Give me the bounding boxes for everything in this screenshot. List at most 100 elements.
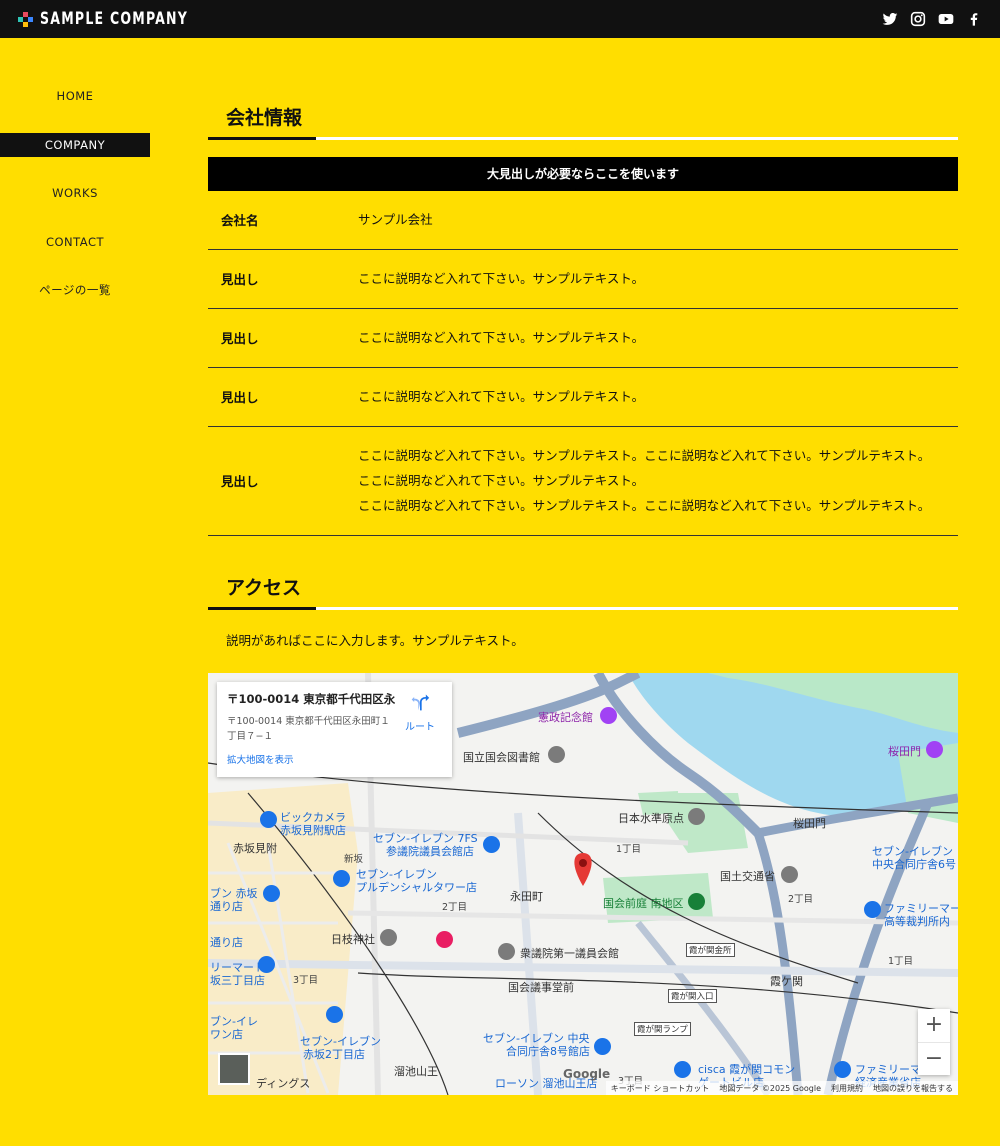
poi-icon[interactable] bbox=[674, 1061, 691, 1078]
poi-icon[interactable] bbox=[600, 707, 617, 724]
map-label: 国立国会図書館 bbox=[463, 751, 540, 764]
poi-icon[interactable] bbox=[326, 1006, 343, 1023]
map-place-card: 〒100-0014 東京都千代田区永... 〒100-0014 東京都千代田区永… bbox=[217, 682, 452, 777]
route-label: ルート bbox=[405, 722, 435, 733]
map-data-credit: 地図データ ©2025 Google bbox=[719, 1083, 821, 1093]
map-label: プルデンシャルタワー店 bbox=[356, 881, 477, 894]
top-bar: SAMPLE COMPANY bbox=[0, 0, 1000, 38]
map-label: 衆議院第一議員会館 bbox=[520, 947, 619, 960]
terms-link[interactable]: 利用規約 bbox=[831, 1083, 863, 1094]
poi-icon[interactable] bbox=[926, 741, 943, 758]
keyboard-shortcuts-link[interactable]: キーボード ショートカット bbox=[611, 1083, 710, 1094]
map-label: 2丁目 bbox=[442, 902, 468, 913]
table-row: 見出し ここに説明など入れて下さい。サンプルテキスト。ここに説明など入れて下さい… bbox=[208, 426, 958, 535]
map-label: 2丁目 bbox=[788, 894, 814, 905]
row-key: 見出し bbox=[221, 474, 259, 489]
map-label: 3丁目 bbox=[293, 975, 319, 986]
satellite-toggle[interactable] bbox=[218, 1053, 250, 1085]
company-info-table: 会社名 サンプル会社 見出し ここに説明など入れて下さい。サンプルテキスト。 見… bbox=[208, 191, 958, 536]
youtube-icon[interactable] bbox=[938, 11, 954, 27]
row-key: 見出し bbox=[221, 272, 259, 287]
map-label: 1丁目 bbox=[888, 956, 914, 967]
map-label: 日本水準原点 bbox=[618, 812, 684, 825]
poi-icon[interactable] bbox=[483, 836, 500, 853]
row-key: 見出し bbox=[221, 390, 259, 405]
poi-icon[interactable] bbox=[781, 866, 798, 883]
map-label: 永田町 bbox=[510, 890, 543, 903]
map-label: 憲政記念館 bbox=[538, 711, 593, 724]
poi-icon[interactable] bbox=[498, 943, 515, 960]
social-links bbox=[882, 11, 982, 27]
instagram-icon[interactable] bbox=[910, 11, 926, 27]
map-label: 赤坂見附駅店 bbox=[280, 824, 346, 837]
map-label: 参議院議員会館店 bbox=[386, 845, 474, 858]
access-section: アクセス 説明があればここに入力します。サンプルテキスト。 bbox=[208, 570, 958, 650]
row-value-line: ここに説明など入れて下さい。サンプルテキスト。ここに説明など入れて下さい。サンプ… bbox=[358, 448, 931, 463]
map-label: 国土交通省 bbox=[720, 870, 775, 883]
poi-icon[interactable] bbox=[834, 1061, 851, 1078]
row-value-line: ここに説明など入れて下さい。サンプルテキスト。 bbox=[358, 473, 645, 488]
poi-icon[interactable] bbox=[594, 1038, 611, 1055]
poi-icon[interactable] bbox=[548, 746, 565, 763]
poi-icon[interactable] bbox=[333, 870, 350, 887]
brand-logo[interactable]: SAMPLE COMPANY bbox=[18, 9, 221, 29]
table-row: 見出し ここに説明など入れて下さい。サンプルテキスト。 bbox=[208, 367, 958, 426]
place-title: 〒100-0014 東京都千代田区永... bbox=[227, 692, 395, 706]
map-label: 通り店 bbox=[210, 936, 243, 949]
side-nav: HOME COMPANY WORKS CONTACT ページの一覧 bbox=[0, 84, 150, 327]
row-value: ここに説明など入れて下さい。サンプルテキスト。ここに説明など入れて下さい。サンプ… bbox=[358, 426, 958, 535]
access-section-title: アクセス bbox=[208, 570, 958, 610]
access-description: 説明があればここに入力します。サンプルテキスト。 bbox=[226, 632, 524, 648]
map-label: 坂三丁目店 bbox=[210, 974, 265, 987]
nav-item-page-list[interactable]: ページの一覧 bbox=[0, 278, 150, 302]
map-label: 中央合同庁舎6号 bbox=[872, 858, 956, 871]
table-row: 会社名 サンプル会社 bbox=[208, 191, 958, 249]
poi-icon[interactable] bbox=[380, 929, 397, 946]
facebook-icon[interactable] bbox=[966, 11, 982, 27]
map-label: 霞が関ランプ bbox=[634, 1022, 691, 1036]
map-label: 高等裁判所内 bbox=[884, 915, 950, 928]
map-label: ワン店 bbox=[210, 1028, 243, 1041]
zoom-controls: + − bbox=[918, 1009, 950, 1075]
poi-icon[interactable] bbox=[263, 885, 280, 902]
map-footer: キーボード ショートカット 地図データ ©2025 Google 利用規約 地図… bbox=[605, 1081, 958, 1095]
poi-icon[interactable] bbox=[436, 931, 453, 948]
map-label: 合同庁舎8号館店 bbox=[506, 1045, 590, 1058]
twitter-icon[interactable] bbox=[882, 11, 898, 27]
map-label: 桜田門 bbox=[888, 745, 921, 758]
row-value: ここに説明など入れて下さい。サンプルテキスト。 bbox=[358, 271, 645, 286]
map-label: 霞ケ関 bbox=[770, 975, 803, 988]
row-value-line: ここに説明など入れて下さい。サンプルテキスト。ここに説明など入れて下さい。サンプ… bbox=[358, 498, 931, 513]
zoom-out-button[interactable]: − bbox=[918, 1042, 950, 1075]
table-row: 見出し ここに説明など入れて下さい。サンプルテキスト。 bbox=[208, 249, 958, 308]
zoom-in-button[interactable]: + bbox=[918, 1009, 950, 1042]
table-row: 見出し ここに説明など入れて下さい。サンプルテキスト。 bbox=[208, 308, 958, 367]
embedded-map[interactable]: 憲政記念館 国立国会図書館 桜田門 日本水準原点 桜田門 ビックカメラ 赤坂見附… bbox=[208, 673, 958, 1095]
report-error-link[interactable]: 地図の誤りを報告する bbox=[873, 1083, 953, 1094]
brand-name: SAMPLE COMPANY bbox=[40, 9, 189, 29]
row-key: 見出し bbox=[221, 331, 259, 346]
poi-icon[interactable] bbox=[688, 808, 705, 825]
big-heading-bar: 大見出しが必要ならここを使います bbox=[208, 157, 958, 191]
map-label: 1丁目 bbox=[616, 844, 642, 855]
nav-item-home[interactable]: HOME bbox=[0, 84, 150, 108]
company-section-title: 会社情報 bbox=[208, 100, 958, 140]
map-label: 赤坂2丁目店 bbox=[303, 1048, 365, 1061]
row-value: サンプル会社 bbox=[358, 212, 433, 228]
route-button[interactable]: ルート bbox=[400, 692, 440, 733]
nav-item-company[interactable]: COMPANY bbox=[0, 132, 150, 157]
map-label: 国会前庭 南地区 bbox=[603, 897, 684, 910]
view-larger-map-link[interactable]: 拡大地図を表示 bbox=[227, 752, 442, 766]
map-label: 新坂 bbox=[344, 854, 364, 865]
poi-icon[interactable] bbox=[688, 893, 705, 910]
nav-item-contact[interactable]: CONTACT bbox=[0, 230, 150, 254]
nav-item-works[interactable]: WORKS bbox=[0, 181, 150, 205]
map-label: 赤坂見附 bbox=[233, 842, 277, 855]
poi-icon[interactable] bbox=[260, 811, 277, 828]
poi-icon[interactable] bbox=[258, 956, 275, 973]
row-value: ここに説明など入れて下さい。サンプルテキスト。 bbox=[358, 330, 645, 345]
row-value: ここに説明など入れて下さい。サンプルテキスト。 bbox=[358, 389, 645, 404]
map-label: 桜田門 bbox=[793, 817, 826, 830]
poi-icon[interactable] bbox=[864, 901, 881, 918]
map-label: 溜池山王 bbox=[394, 1065, 438, 1078]
